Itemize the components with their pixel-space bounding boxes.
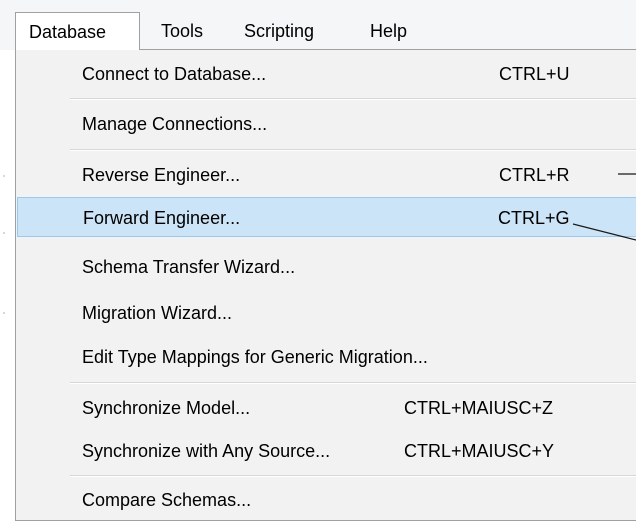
menu-help[interactable]: Help <box>370 12 407 50</box>
menu-scripting[interactable]: Scripting <box>244 12 314 50</box>
menu-item-synchronize-model[interactable]: Synchronize Model... CTRL+MAIUSC+Z <box>16 388 636 428</box>
menu-item-label: Synchronize with Any Source... <box>82 441 331 461</box>
menu-item-shortcut: CTRL+R <box>499 165 570 185</box>
menu-item-shortcut: CTRL+U <box>499 64 570 84</box>
screenshot-stage: Database Tools Scripting Help Connect to… <box>0 0 636 526</box>
menu-item-shortcut: CTRL+MAIUSC+Y <box>404 441 555 461</box>
menu-item-connect-to-database[interactable]: Connect to Database... CTRL+U <box>16 54 636 94</box>
menu-item-label: Compare Schemas... <box>82 490 252 510</box>
menu-item-shortcut: CTRL+MAIUSC+Z <box>404 398 554 418</box>
menu-item-label: Migration Wizard... <box>82 303 233 323</box>
menu-item-reverse-engineer[interactable]: Reverse Engineer... CTRL+R <box>16 155 636 195</box>
menu-item-edit-type-mappings[interactable]: Edit Type Mappings for Generic Migration… <box>16 337 636 377</box>
menu-item-schema-transfer-wizard[interactable]: Schema Transfer Wizard... <box>16 247 636 287</box>
database-dropdown-menu: Connect to Database... CTRL+U Manage Con… <box>15 49 636 521</box>
menu-separator <box>70 475 636 477</box>
menu-item-manage-connections[interactable]: Manage Connections... <box>16 104 636 144</box>
menu-bar: Database Tools Scripting Help <box>0 0 636 50</box>
menu-separator <box>70 382 636 384</box>
menu-item-label: Reverse Engineer... <box>82 165 241 185</box>
menu-item-label: Manage Connections... <box>82 114 268 134</box>
menu-item-label: Forward Engineer... <box>83 208 241 228</box>
menu-item-label: Schema Transfer Wizard... <box>82 257 296 277</box>
menu-item-compare-schemas[interactable]: Compare Schemas... <box>16 480 636 520</box>
menu-item-migration-wizard[interactable]: Migration Wizard... <box>16 293 636 333</box>
menu-item-synchronize-with-any-source[interactable]: Synchronize with Any Source... CTRL+MAIU… <box>16 431 636 471</box>
menu-item-label: Connect to Database... <box>82 64 267 84</box>
menu-database[interactable]: Database <box>15 12 140 50</box>
menu-tools[interactable]: Tools <box>161 12 203 50</box>
menu-item-label: Edit Type Mappings for Generic Migration… <box>82 347 428 367</box>
menu-item-forward-engineer[interactable]: Forward Engineer... CTRL+G <box>17 197 636 237</box>
menu-item-label: Synchronize Model... <box>82 398 251 418</box>
menu-separator <box>70 98 636 100</box>
menu-item-shortcut: CTRL+G <box>498 208 570 228</box>
menu-separator <box>70 149 636 151</box>
